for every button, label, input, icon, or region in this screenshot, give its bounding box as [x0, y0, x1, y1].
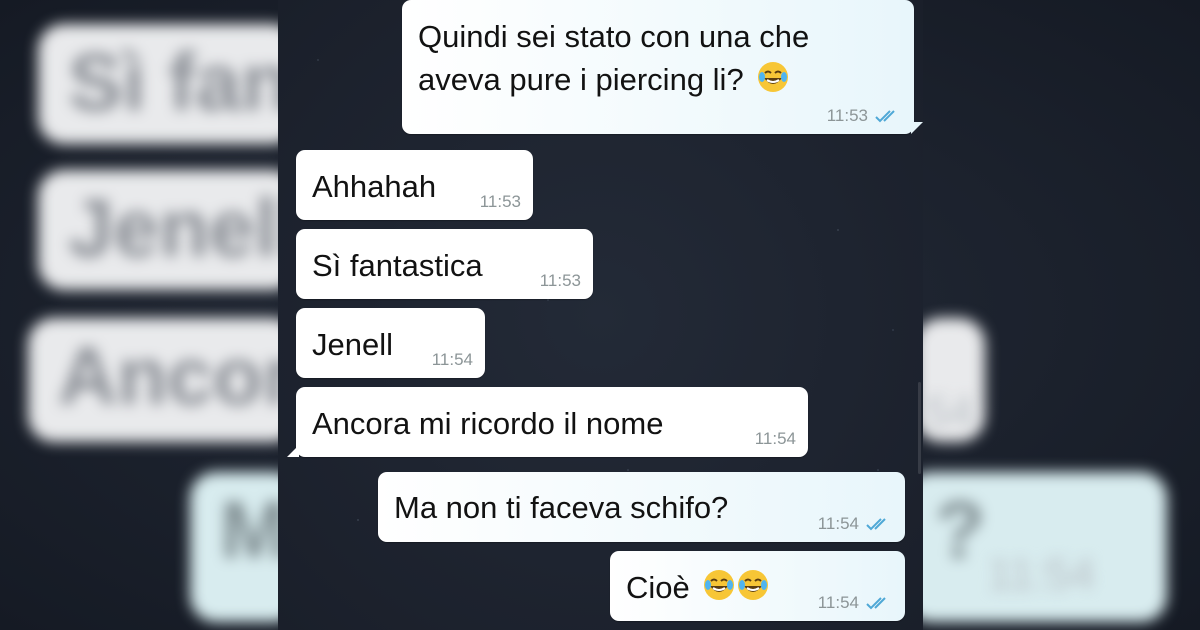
message-time: 11:54	[754, 429, 796, 448]
face-with-tears-of-joy-icon	[736, 568, 770, 611]
message-text: Quindi sei stato con una che	[418, 19, 810, 54]
chat-window[interactable]: Quindi sei stato con una che aveva pure …	[278, 0, 923, 630]
incoming-message[interactable]: Ancora mi ricordo il nome 11:54	[287, 387, 808, 457]
message-time: 11:54	[817, 514, 859, 533]
message-meta: 11:53	[827, 106, 902, 126]
double-check-read-icon	[866, 597, 886, 610]
message-text: aveva pure i piercing li?	[418, 62, 744, 97]
message-time: 11:53	[479, 192, 521, 211]
bubble-tail	[287, 445, 299, 457]
blurred-time: 11:54	[988, 550, 1095, 599]
message-text: Ahhahah	[312, 169, 437, 204]
face-with-tears-of-joy-icon	[756, 60, 790, 103]
message-time: 11:54	[817, 593, 859, 612]
message-meta: 11:54	[818, 593, 893, 613]
incoming-message[interactable]: Jenell 11:54	[296, 308, 485, 378]
message-text: Sì fantastica	[312, 248, 483, 283]
message-time: 11:53	[539, 271, 581, 290]
message-text: Ma non ti faceva schifo?	[394, 490, 729, 525]
outgoing-message[interactable]: Ma non ti faceva schifo? 11:54	[378, 472, 905, 542]
scrollbar-thumb[interactable]	[918, 382, 921, 474]
double-check-read-icon	[875, 110, 895, 123]
message-time: 11:54	[431, 350, 473, 369]
blurred-bubble: Sì fanta	[38, 24, 298, 144]
double-check-read-icon	[866, 518, 886, 531]
blurred-time: 54	[925, 388, 974, 437]
message-text: Jenell	[312, 327, 393, 362]
message-time: 11:53	[826, 106, 868, 125]
bubble-tail	[911, 122, 923, 134]
blurred-bubble: Ancora	[28, 318, 298, 442]
incoming-message[interactable]: Sì fantastica 11:53	[296, 229, 593, 299]
incoming-message[interactable]: Ahhahah 11:53	[296, 150, 533, 220]
outgoing-message[interactable]: Quindi sei stato con una che aveva pure …	[402, 0, 923, 134]
screenshot-stage: Sì fanta Jenell Ancora 54 M ? 11:54 Quin…	[0, 0, 1200, 630]
outgoing-message[interactable]: Cioè 11:54	[610, 551, 905, 621]
message-text: Cioè	[626, 570, 690, 605]
message-meta: 11:54	[818, 514, 893, 534]
face-with-tears-of-joy-icon	[702, 568, 736, 611]
blurred-bubble: Jenell	[38, 170, 298, 290]
message-text: Ancora mi ricordo il nome	[312, 406, 664, 441]
